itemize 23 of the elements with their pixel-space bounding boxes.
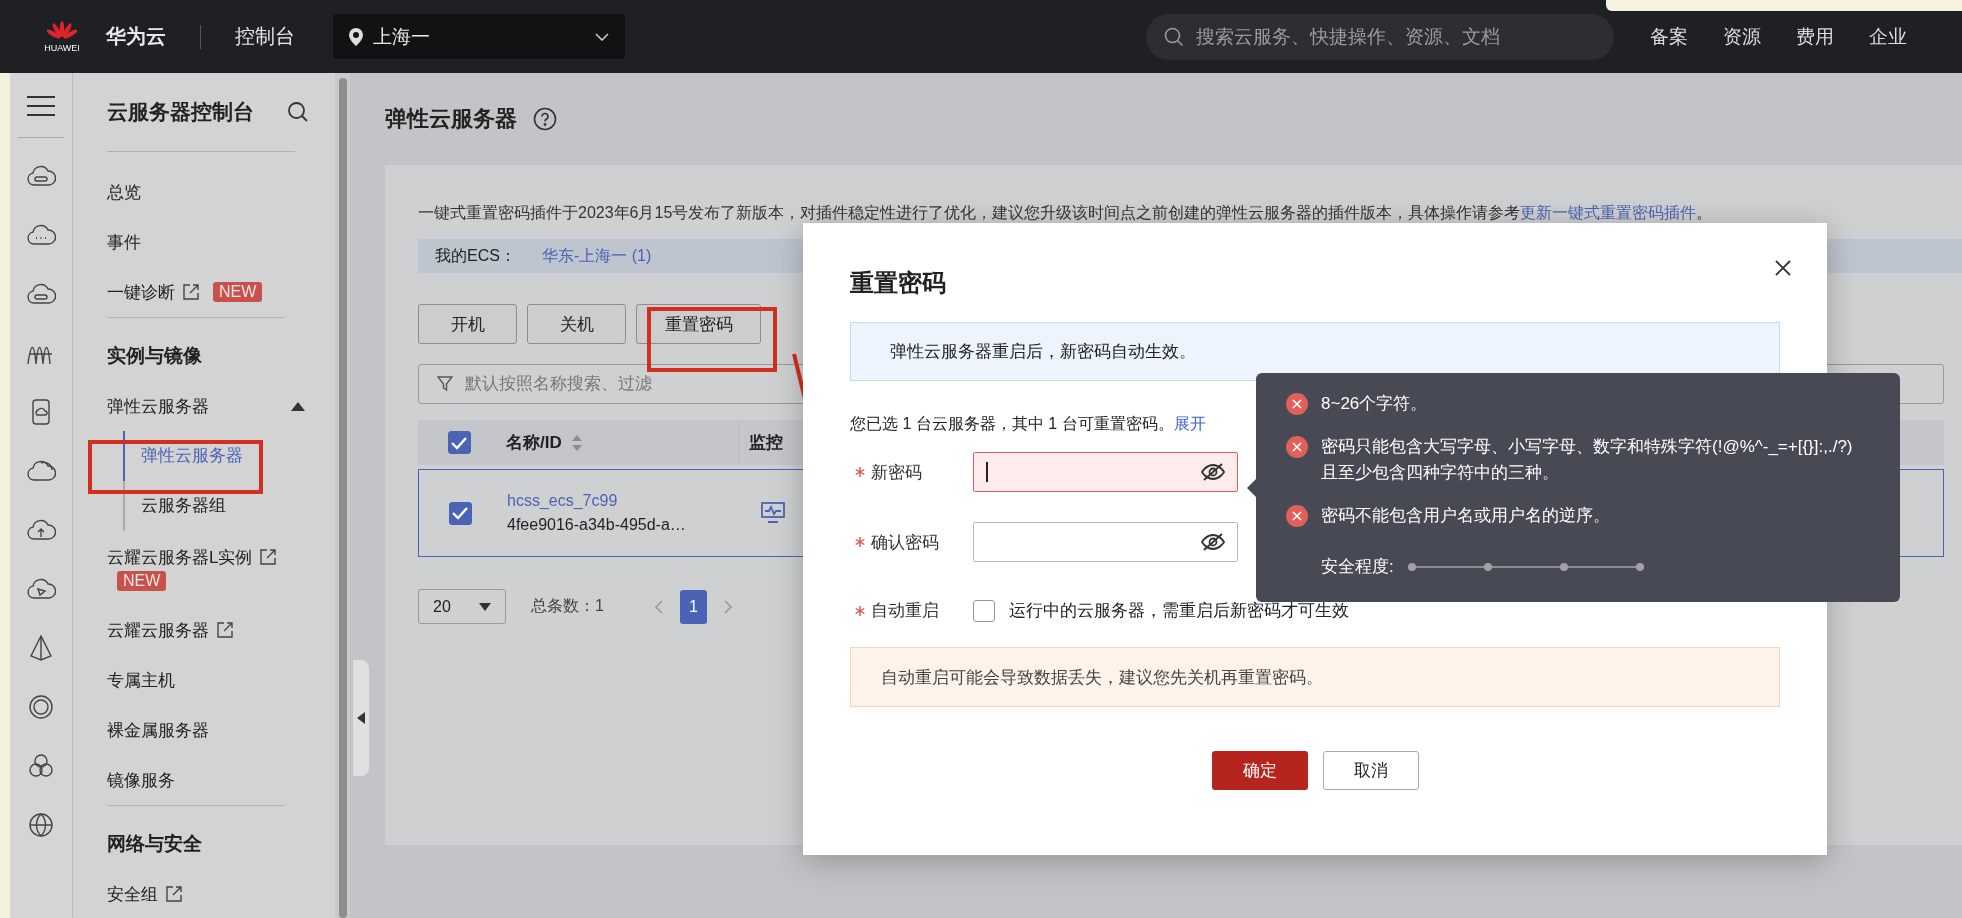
field-label: 新密码 [871, 461, 922, 484]
logo-caption: HUAWEI [44, 42, 80, 53]
section-heading: 网络与安全 [107, 832, 202, 856]
rule-text: 8~26个字符。 [1321, 393, 1428, 415]
server-id: 4fee9016-a34b-495d-a… [507, 516, 686, 534]
rule-text: 密码只能包含大写字母、小写字母、数字和特殊字符(!@%^-_=+[{}]:,./?) 且至少包含四种字符中的三种。 [1321, 436, 1853, 484]
dialog-title: 重置密码 [850, 268, 946, 298]
sidebar-title: 云服务器控制台 [107, 99, 254, 125]
notice-text: 一键式重置密码插件于2023年6月15号发布了新版本，对插件稳定性进行了优化，建议您升级该时间点之前创建的弹性云服务器的插件版本，具体操作请参考更新一键式重置密码插件。 [418, 203, 1714, 223]
warning-message: 自动重启可能会导致数据丢失，建议您先关机再重置密码。 [850, 647, 1780, 707]
field-label: 自动重启 [871, 600, 939, 622]
section-heading: 实例与镜像 [107, 344, 202, 368]
page-title: 弹性云服务器 [385, 105, 517, 133]
my-ecs-label: 我的ECS： [435, 245, 516, 266]
column-header: 监控 [749, 432, 783, 454]
field-label: 确认密码 [871, 531, 939, 554]
new-badge: NEW [213, 282, 263, 302]
strength-label: 安全程度: [1321, 556, 1394, 578]
total-count: 总条数：1 [531, 596, 604, 616]
new-badge: NEW [117, 570, 167, 591]
info-message: 弹性云服务器重启后，新密码自动生效。 [850, 322, 1780, 381]
rule-text: 密码不能包含用户名或用户名的逆序。 [1321, 505, 1610, 527]
checkbox-label: 运行中的云服务器，需重启后新密码才可生效 [1009, 600, 1349, 622]
